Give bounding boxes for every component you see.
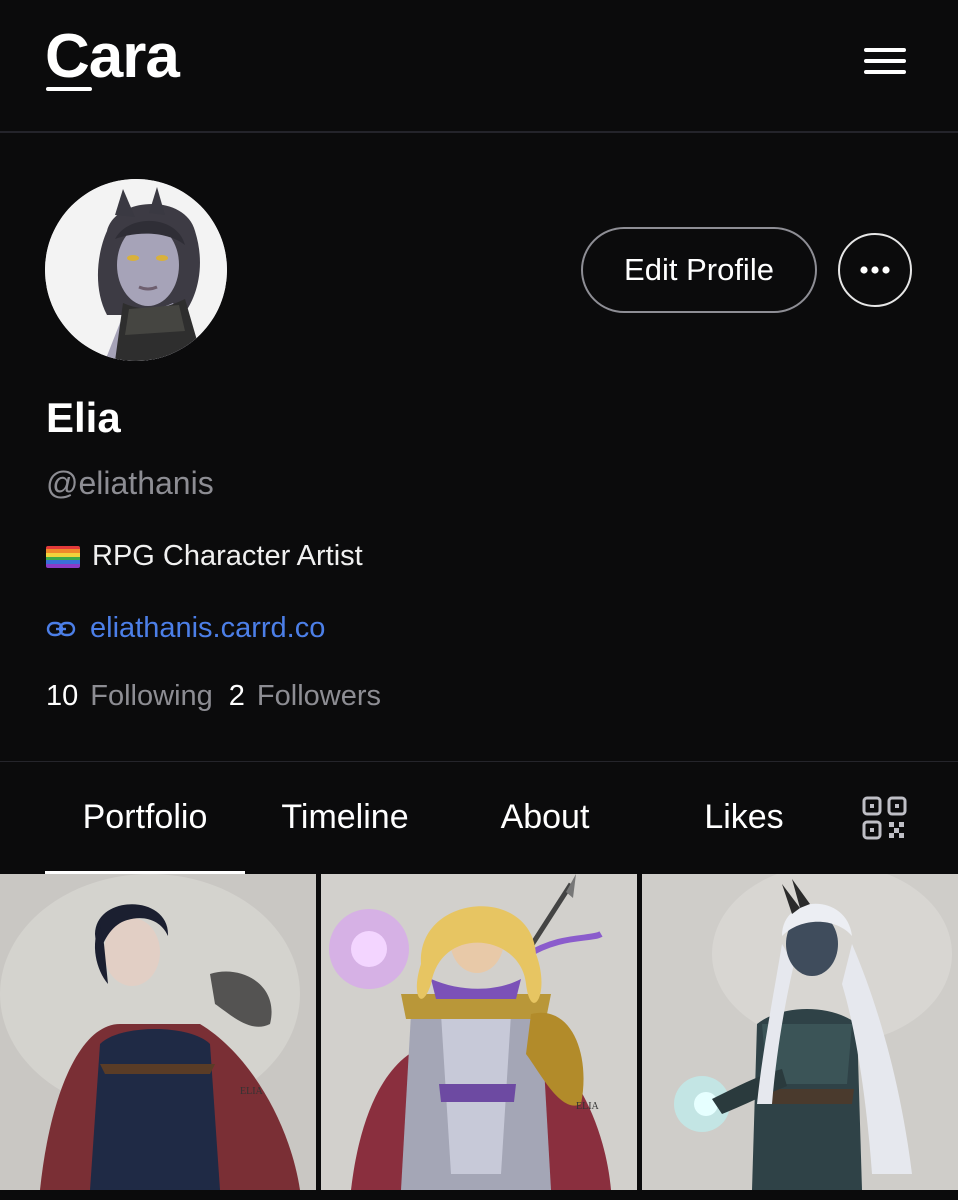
ellipsis-icon[interactable]: [838, 233, 912, 307]
bio-text: RPG Character Artist: [92, 540, 363, 572]
edit-profile-button[interactable]: Edit Profile: [581, 227, 817, 313]
profile-name: Elia: [46, 394, 121, 441]
profile-avatar[interactable]: [45, 179, 227, 361]
portfolio-image[interactable]: ELIA: [0, 874, 316, 1190]
portfolio-image[interactable]: [642, 874, 958, 1190]
tab-portfolio[interactable]: Portfolio: [45, 798, 245, 837]
signature-text: ELIA: [576, 1101, 600, 1112]
following-count: 10: [46, 680, 79, 712]
follow-stats: 10 Following 2 Followers: [46, 680, 397, 713]
hamburger-menu-icon[interactable]: [860, 44, 908, 78]
following-link[interactable]: Following: [90, 680, 213, 713]
link-icon: [46, 621, 76, 636]
top-bar: Cara: [0, 0, 958, 133]
rainbow-flag-icon: [46, 545, 80, 568]
qr-code-icon[interactable]: [862, 796, 908, 840]
followers-link[interactable]: Followers: [257, 680, 381, 713]
tab-likes[interactable]: Likes: [654, 798, 834, 837]
profile-bio: RPG Character Artist: [46, 540, 363, 573]
portfolio-image[interactable]: ELIA: [321, 874, 637, 1190]
profile-handle: @eliathanis: [46, 465, 214, 501]
logo-underline: [46, 87, 92, 91]
section-divider: [0, 761, 958, 762]
tab-timeline[interactable]: Timeline: [255, 798, 435, 837]
tab-about[interactable]: About: [455, 798, 635, 837]
signature-text: ELIA: [240, 1086, 264, 1097]
profile-link-text[interactable]: eliathanis.carrd.co: [90, 612, 325, 645]
cara-logo[interactable]: Cara: [45, 22, 180, 92]
profile-link[interactable]: eliathanis.carrd.co: [46, 612, 325, 645]
followers-count: 2: [228, 680, 245, 712]
